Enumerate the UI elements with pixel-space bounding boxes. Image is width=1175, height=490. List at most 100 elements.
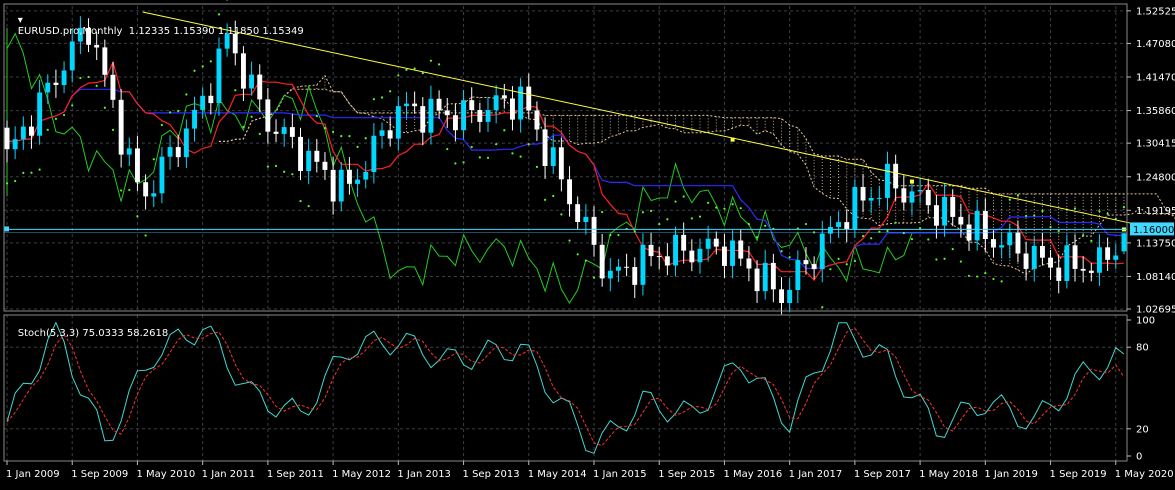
candle-body[interactable] [991, 239, 996, 248]
candle-body[interactable] [656, 256, 662, 258]
candle-body[interactable] [575, 204, 581, 222]
candle-body[interactable] [118, 99, 124, 155]
candle-body[interactable] [599, 244, 605, 279]
candle-body[interactable] [917, 190, 923, 192]
candle-body[interactable] [664, 256, 670, 266]
candle-body[interactable] [640, 244, 646, 285]
candle-body[interactable] [746, 258, 752, 269]
candle-body[interactable] [135, 148, 140, 183]
candle-body[interactable] [37, 92, 43, 136]
candle-body[interactable] [738, 240, 744, 259]
candle-body[interactable] [110, 74, 116, 100]
candle-body[interactable] [982, 211, 988, 239]
candle-body[interactable] [1072, 245, 1078, 269]
candle-body[interactable] [868, 198, 874, 201]
candle-body[interactable] [819, 233, 825, 270]
candle-body[interactable] [298, 136, 303, 171]
candle-body[interactable] [550, 147, 556, 166]
candle-body[interactable] [1040, 246, 1045, 258]
candle-body[interactable] [770, 262, 776, 290]
candle-body[interactable] [289, 127, 295, 137]
candle-body[interactable] [567, 179, 572, 205]
candle-body[interactable] [485, 110, 491, 122]
candle-body[interactable] [436, 98, 442, 111]
candle-body[interactable] [648, 244, 654, 257]
trendline-anchor[interactable] [909, 179, 914, 184]
candle-body[interactable] [143, 182, 149, 197]
candle-body[interactable] [167, 147, 173, 157]
candle-body[interactable] [273, 131, 279, 134]
candle-body[interactable] [1121, 233, 1127, 252]
candle-body[interactable] [860, 187, 866, 201]
candle-body[interactable] [1015, 232, 1021, 254]
candle-body[interactable] [126, 148, 132, 155]
candle-body[interactable] [45, 82, 51, 93]
candle-body[interactable] [1031, 246, 1037, 269]
candle-body[interactable] [241, 53, 246, 89]
candle-body[interactable] [1007, 232, 1013, 246]
candle-body[interactable] [306, 150, 312, 171]
candle-body[interactable] [192, 109, 197, 129]
candle-body[interactable] [616, 266, 621, 271]
candle-body[interactable] [558, 147, 564, 180]
candle-body[interactable] [624, 266, 630, 268]
candle-body[interactable] [175, 147, 181, 158]
candle-body[interactable] [363, 172, 369, 180]
candle-body[interactable] [379, 130, 385, 136]
candle-body[interactable] [428, 98, 434, 133]
candle-body[interactable] [151, 193, 157, 197]
candle-body[interactable] [404, 103, 409, 107]
candle-body[interactable] [876, 197, 882, 199]
candle-body[interactable] [510, 98, 515, 120]
candle-body[interactable] [420, 106, 426, 133]
candle-body[interactable] [347, 169, 352, 184]
candle-body[interactable] [836, 222, 841, 227]
candle-body[interactable] [1105, 247, 1111, 260]
candle-body[interactable] [444, 110, 450, 116]
candle-body[interactable] [632, 267, 638, 285]
candle-body[interactable] [689, 250, 695, 263]
candle-body[interactable] [999, 245, 1005, 248]
candle-body[interactable] [844, 222, 850, 230]
candle-body[interactable] [779, 289, 784, 303]
candle-body[interactable] [811, 264, 817, 270]
candle-body[interactable] [722, 246, 727, 266]
candle-body[interactable] [534, 110, 540, 130]
candle-body[interactable] [493, 95, 499, 111]
candle-body[interactable] [395, 106, 401, 139]
candle-body[interactable] [607, 270, 613, 279]
candle-body[interactable] [257, 74, 263, 100]
candle-body[interactable] [787, 289, 793, 303]
candle-body[interactable] [925, 190, 931, 206]
candle-body[interactable] [705, 238, 711, 249]
candle-body[interactable] [371, 135, 377, 172]
candle-body[interactable] [942, 196, 947, 226]
candle-body[interactable] [1023, 253, 1029, 269]
candle-body[interactable] [501, 95, 507, 99]
candle-body[interactable] [958, 216, 964, 225]
candle-body[interactable] [20, 126, 26, 140]
trendline-anchor[interactable] [730, 137, 735, 142]
candle-body[interactable] [453, 115, 458, 131]
candle-body[interactable] [159, 156, 165, 194]
candle-body[interactable] [281, 127, 287, 134]
candle-body[interactable] [754, 268, 760, 292]
candle-body[interactable] [61, 70, 67, 86]
candle-body[interactable] [338, 169, 344, 202]
candle-body[interactable] [387, 130, 393, 139]
candle-body[interactable] [526, 86, 532, 111]
candle-body[interactable] [583, 216, 589, 222]
candle-body[interactable] [208, 95, 214, 104]
candle-body[interactable] [183, 128, 189, 158]
candle-body[interactable] [803, 260, 809, 265]
candle-body[interactable] [265, 99, 271, 132]
candle-body[interactable] [322, 161, 328, 170]
chart-canvas[interactable]: 1.52525 1.47080 1.41470 1.35860 1.30415 1.248… [0, 0, 1175, 486]
candle-body[interactable] [934, 205, 939, 226]
candle-body[interactable] [1080, 268, 1086, 271]
collapse-triangle-icon[interactable]: ▾ [18, 15, 23, 26]
candle-body[interactable] [1064, 245, 1070, 281]
candle-body[interactable] [901, 188, 907, 203]
candle-body[interactable] [518, 86, 524, 120]
candle-body[interactable] [730, 240, 735, 266]
